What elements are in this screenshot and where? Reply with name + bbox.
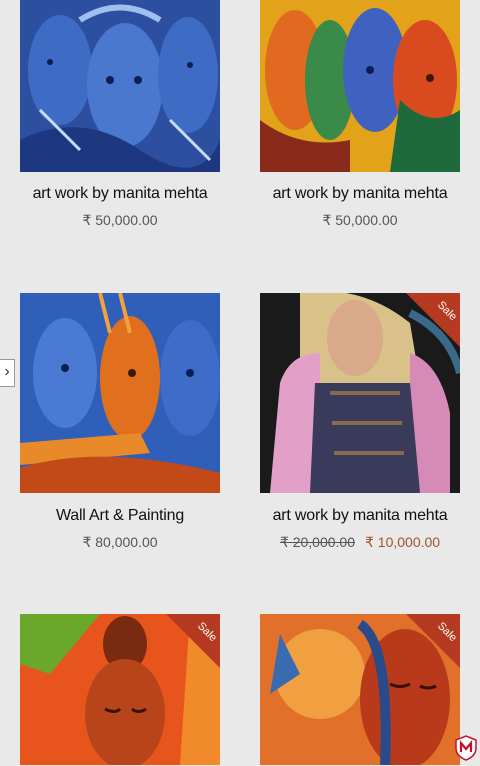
product-price-sale: ₹ 20,000.00 ₹ 10,000.00: [240, 534, 480, 551]
product-image-5[interactable]: Sale: [20, 614, 220, 765]
product-image-1[interactable]: [20, 0, 220, 172]
painting-krishna-radha: [20, 293, 220, 493]
product-image-2[interactable]: [260, 0, 460, 172]
painting-multicolor-faces: [260, 0, 460, 172]
sale-badge: Sale: [406, 293, 460, 347]
product-title[interactable]: art work by manita mehta: [240, 507, 480, 525]
sale-badge: Sale: [406, 614, 460, 668]
product-title[interactable]: Wall Art & Painting: [0, 507, 240, 525]
original-price: ₹ 20,000.00: [279, 534, 355, 550]
painting-blue-faces: [20, 0, 220, 172]
product-image-3[interactable]: [20, 293, 220, 493]
product-image-6[interactable]: Sale: [260, 614, 460, 765]
sale-badge: Sale: [166, 614, 220, 668]
prev-arrow-button[interactable]: ›: [0, 359, 15, 387]
product-title[interactable]: art work by manita mehta: [0, 185, 240, 203]
product-image-4[interactable]: Sale: [260, 293, 460, 493]
product-price: ₹ 50,000.00: [82, 212, 158, 228]
mcafee-shield-icon[interactable]: [454, 735, 478, 761]
product-price: ₹ 80,000.00: [82, 534, 158, 550]
product-price: ₹ 50,000.00: [322, 212, 398, 228]
product-title[interactable]: art work by manita mehta: [240, 185, 480, 203]
sale-price: ₹ 10,000.00: [365, 534, 441, 550]
